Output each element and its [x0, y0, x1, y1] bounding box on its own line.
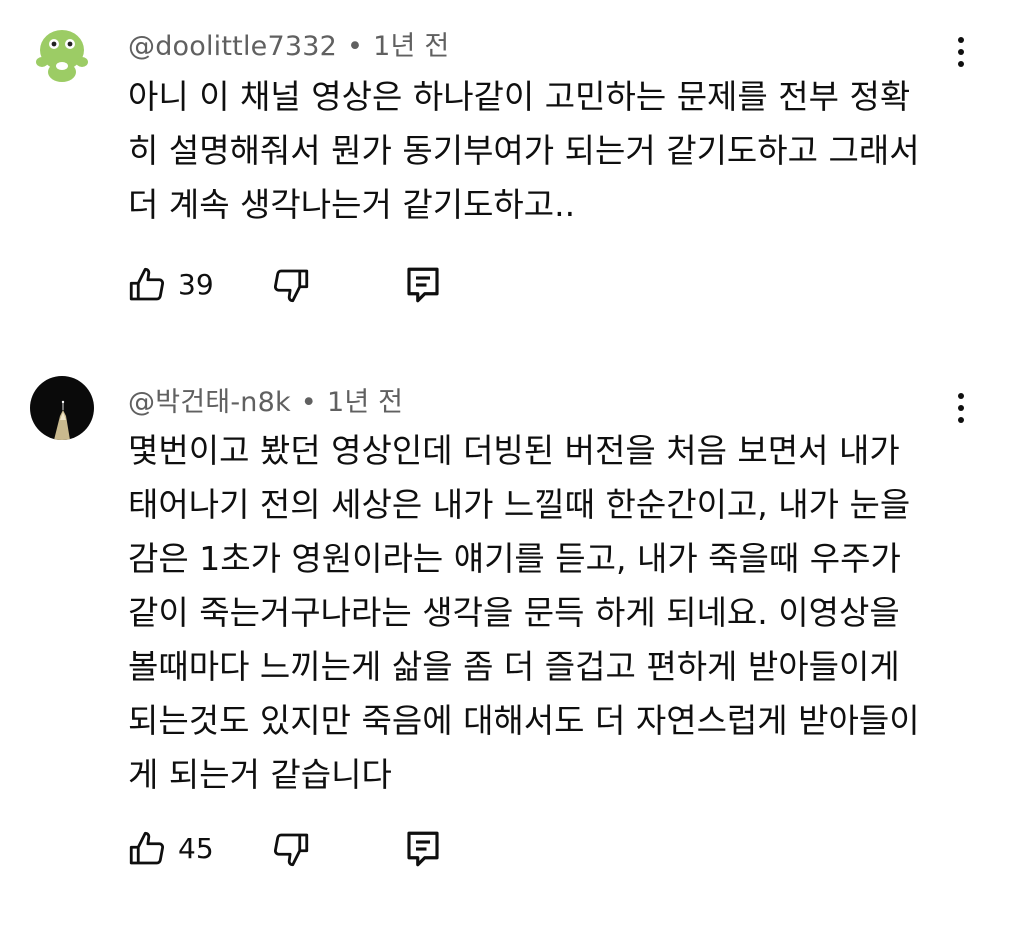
like-count: 45 [178, 832, 214, 865]
thumbs-down-icon[interactable] [270, 264, 312, 306]
more-options-button[interactable] [946, 32, 976, 72]
separator-dot: • [346, 31, 364, 62]
comment-meta: @박건태-n8k • 1년 전 [128, 380, 403, 419]
reply-icon[interactable] [402, 264, 444, 306]
like-count: 39 [178, 268, 214, 301]
separator-dot: • [300, 387, 317, 418]
comment-text: 몇번이고 봤던 영상인데 더빙된 버전을 처음 보면서 내가 태어나기 전의 세… [128, 431, 920, 794]
thumbs-up-icon[interactable] [126, 264, 168, 306]
menu-dot [958, 49, 964, 55]
avatar[interactable] [30, 22, 94, 86]
thumbs-down-icon[interactable] [270, 828, 312, 870]
menu-dot [958, 37, 964, 43]
menu-dot [958, 417, 964, 423]
menu-dot [958, 393, 964, 399]
author-handle[interactable]: @박건태-n8k [128, 387, 291, 418]
menu-dot [958, 405, 964, 411]
avatar-image [30, 376, 94, 440]
avatar[interactable] [30, 376, 94, 440]
more-options-button[interactable] [946, 388, 976, 428]
comment-time[interactable]: 1년 전 [373, 31, 449, 62]
avatar-image [30, 22, 94, 86]
comment-meta: @doolittle7332 • 1년 전 [128, 24, 449, 63]
menu-dot [958, 61, 964, 67]
thumbs-up-icon[interactable] [126, 828, 168, 870]
author-handle[interactable]: @doolittle7332 [128, 31, 337, 62]
reply-icon[interactable] [402, 828, 444, 870]
comment-text: 아니 이 채널 영상은 하나같이 고민하는 문제를 전부 정확 히 설명해줘서 … [128, 77, 920, 224]
comment-time[interactable]: 1년 전 [327, 387, 403, 418]
